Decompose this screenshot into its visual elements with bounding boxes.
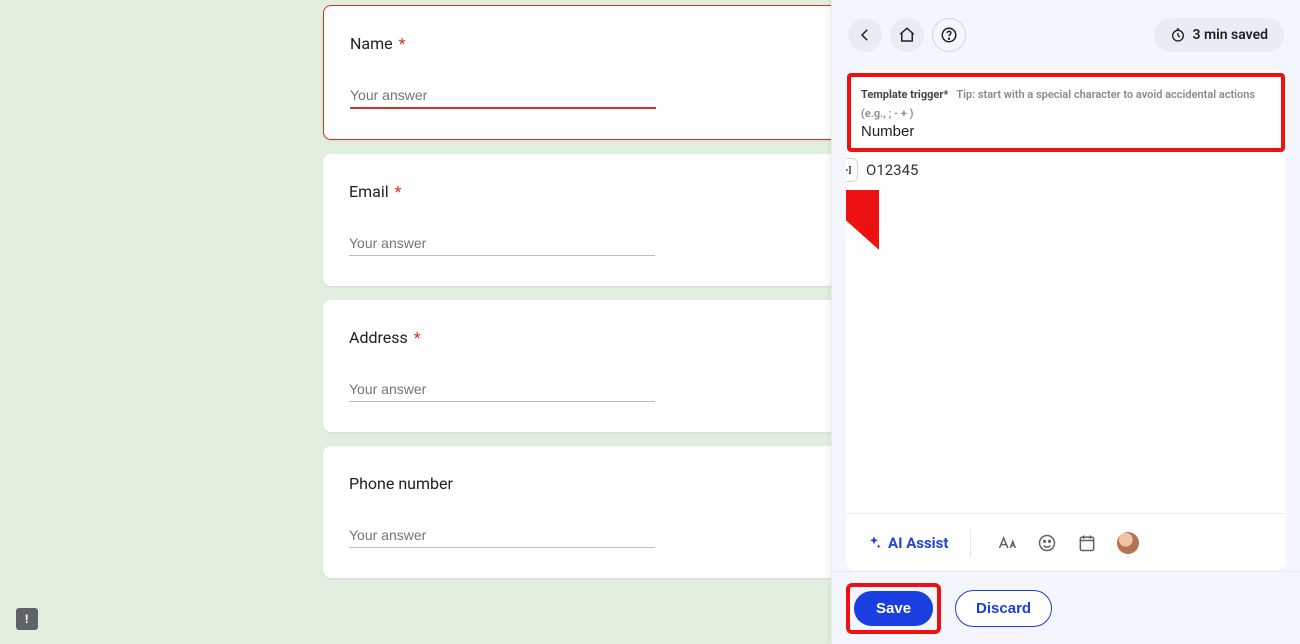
assistant-panel: 3 min saved Template trigger* Tip: start… (831, 0, 1300, 644)
annotation-arrow (846, 190, 879, 390)
calendar-icon[interactable] (1077, 533, 1097, 553)
phone-input[interactable] (349, 527, 655, 548)
field-label-text: Name (350, 34, 393, 53)
template-content-row: O12345 (846, 158, 918, 182)
trigger-input[interactable] (861, 123, 1271, 140)
editor-toolbar: AI Assist (846, 513, 1286, 571)
home-button[interactable] (890, 18, 924, 52)
back-button[interactable] (848, 18, 882, 52)
required-asterisk: * (395, 182, 402, 201)
time-saved-text: 3 min saved (1192, 27, 1268, 43)
ai-assist-button[interactable]: AI Assist (866, 534, 948, 552)
panel-header: 3 min saved (832, 0, 1300, 70)
field-label-text: Address (349, 328, 408, 347)
sparkle-icon (866, 535, 882, 551)
name-input[interactable] (350, 87, 656, 109)
trigger-label: Template trigger* (861, 88, 948, 101)
discard-button[interactable]: Discard (955, 590, 1052, 627)
field-label-text: Email (349, 182, 389, 201)
text-format-icon[interactable] (997, 533, 1017, 553)
stopwatch-icon (1170, 27, 1186, 43)
variable-icon[interactable] (846, 158, 858, 182)
time-saved-chip: 3 min saved (1154, 18, 1284, 52)
save-button[interactable]: Save (854, 591, 933, 626)
panel-footer: Save Discard (832, 571, 1300, 644)
required-asterisk: * (399, 34, 406, 53)
panel-body: Template trigger* Tip: start with a spec… (846, 70, 1286, 571)
toolbar-separator (970, 529, 971, 557)
template-content-text[interactable]: O12345 (866, 161, 918, 179)
field-label-text: Phone number (349, 474, 453, 493)
help-button[interactable] (932, 18, 966, 52)
avatar-icon[interactable] (1117, 532, 1139, 554)
required-asterisk: * (414, 328, 421, 347)
save-highlight: Save (846, 583, 941, 634)
emoji-icon[interactable] (1037, 533, 1057, 553)
ai-assist-label: AI Assist (888, 534, 948, 552)
address-input[interactable] (349, 381, 655, 402)
email-input[interactable] (349, 235, 655, 256)
feedback-icon[interactable]: ! (16, 608, 38, 630)
template-trigger-box: Template trigger* Tip: start with a spec… (847, 73, 1285, 152)
